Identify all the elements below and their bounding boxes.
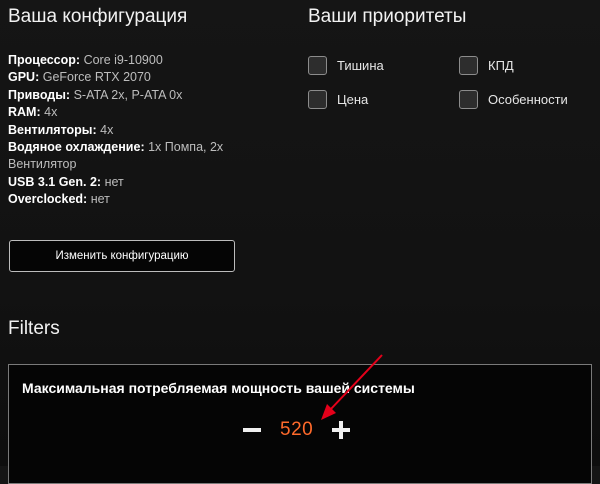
spec-row-fans: Вентиляторы: 4x <box>8 122 248 139</box>
spec-row-drives: Приводы: S-ATA 2x, P-ATA 0x <box>8 87 248 104</box>
spec-row-water-cooling: Водяное охлаждение: 1x Помпа, 2x Вентиля… <box>8 139 248 174</box>
minus-icon[interactable] <box>241 419 263 441</box>
spec-value: 4x <box>44 105 58 120</box>
spec-key: RAM: <box>8 105 41 120</box>
priority-label: КПД <box>488 58 514 73</box>
spec-key: Водяное охлаждение: <box>8 140 145 155</box>
spec-row-cpu: Процессор: Core i9-10900 <box>8 52 248 69</box>
spec-key: USB 3.1 Gen. 2: <box>8 174 102 189</box>
power-filter-title: Максимальная потребляемая мощность вашей… <box>22 380 415 396</box>
spec-row-gpu: GPU: GeForce RTX 2070 <box>8 69 248 86</box>
priority-option-efficiency[interactable]: КПД <box>459 56 514 75</box>
spec-value: GeForce RTX 2070 <box>42 70 151 85</box>
spec-value: нет <box>90 192 110 207</box>
config-spec-list: Процессор: Core i9-10900 GPU: GeForce RT… <box>8 52 248 209</box>
spec-key: Приводы: <box>8 87 71 102</box>
spec-key: Вентиляторы: <box>8 122 97 137</box>
power-value: 520 <box>280 419 314 440</box>
priority-label: Цена <box>337 92 369 107</box>
priority-option-features[interactable]: Особенности <box>459 90 568 109</box>
config-title: Ваша конфигурация <box>8 6 188 27</box>
power-filter-panel: Максимальная потребляемая мощность вашей… <box>8 364 592 484</box>
priority-option-silence[interactable]: Тишина <box>308 56 384 75</box>
spec-row-overclocked: Overclocked: нет <box>8 191 248 208</box>
filters-title: Filters <box>8 318 60 339</box>
spec-key: Overclocked: <box>8 192 88 207</box>
priorities-title: Ваши приоритеты <box>308 6 467 27</box>
priority-checkbox[interactable] <box>308 90 327 109</box>
spec-key: GPU: <box>8 70 40 85</box>
plus-icon[interactable] <box>330 419 352 441</box>
spec-value: 4x <box>100 122 114 137</box>
spec-value: Core i9-10900 <box>83 53 163 67</box>
priority-option-price[interactable]: Цена <box>308 90 368 109</box>
power-stepper: 520 <box>241 419 352 441</box>
spec-row-ram: RAM: 4x <box>8 104 248 121</box>
priority-checkbox[interactable] <box>459 90 478 109</box>
priority-checkbox[interactable] <box>308 56 327 75</box>
spec-value: нет <box>104 174 124 189</box>
change-configuration-button[interactable]: Изменить конфигурацию <box>9 240 235 272</box>
priority-label: Тишина <box>337 58 384 73</box>
priority-checkbox[interactable] <box>459 56 478 75</box>
spec-value: S-ATA 2x, P-ATA 0x <box>73 87 183 102</box>
spec-row-usb: USB 3.1 Gen. 2: нет <box>8 174 248 191</box>
priority-label: Особенности <box>488 92 568 107</box>
spec-key: Процессор: <box>8 53 81 67</box>
